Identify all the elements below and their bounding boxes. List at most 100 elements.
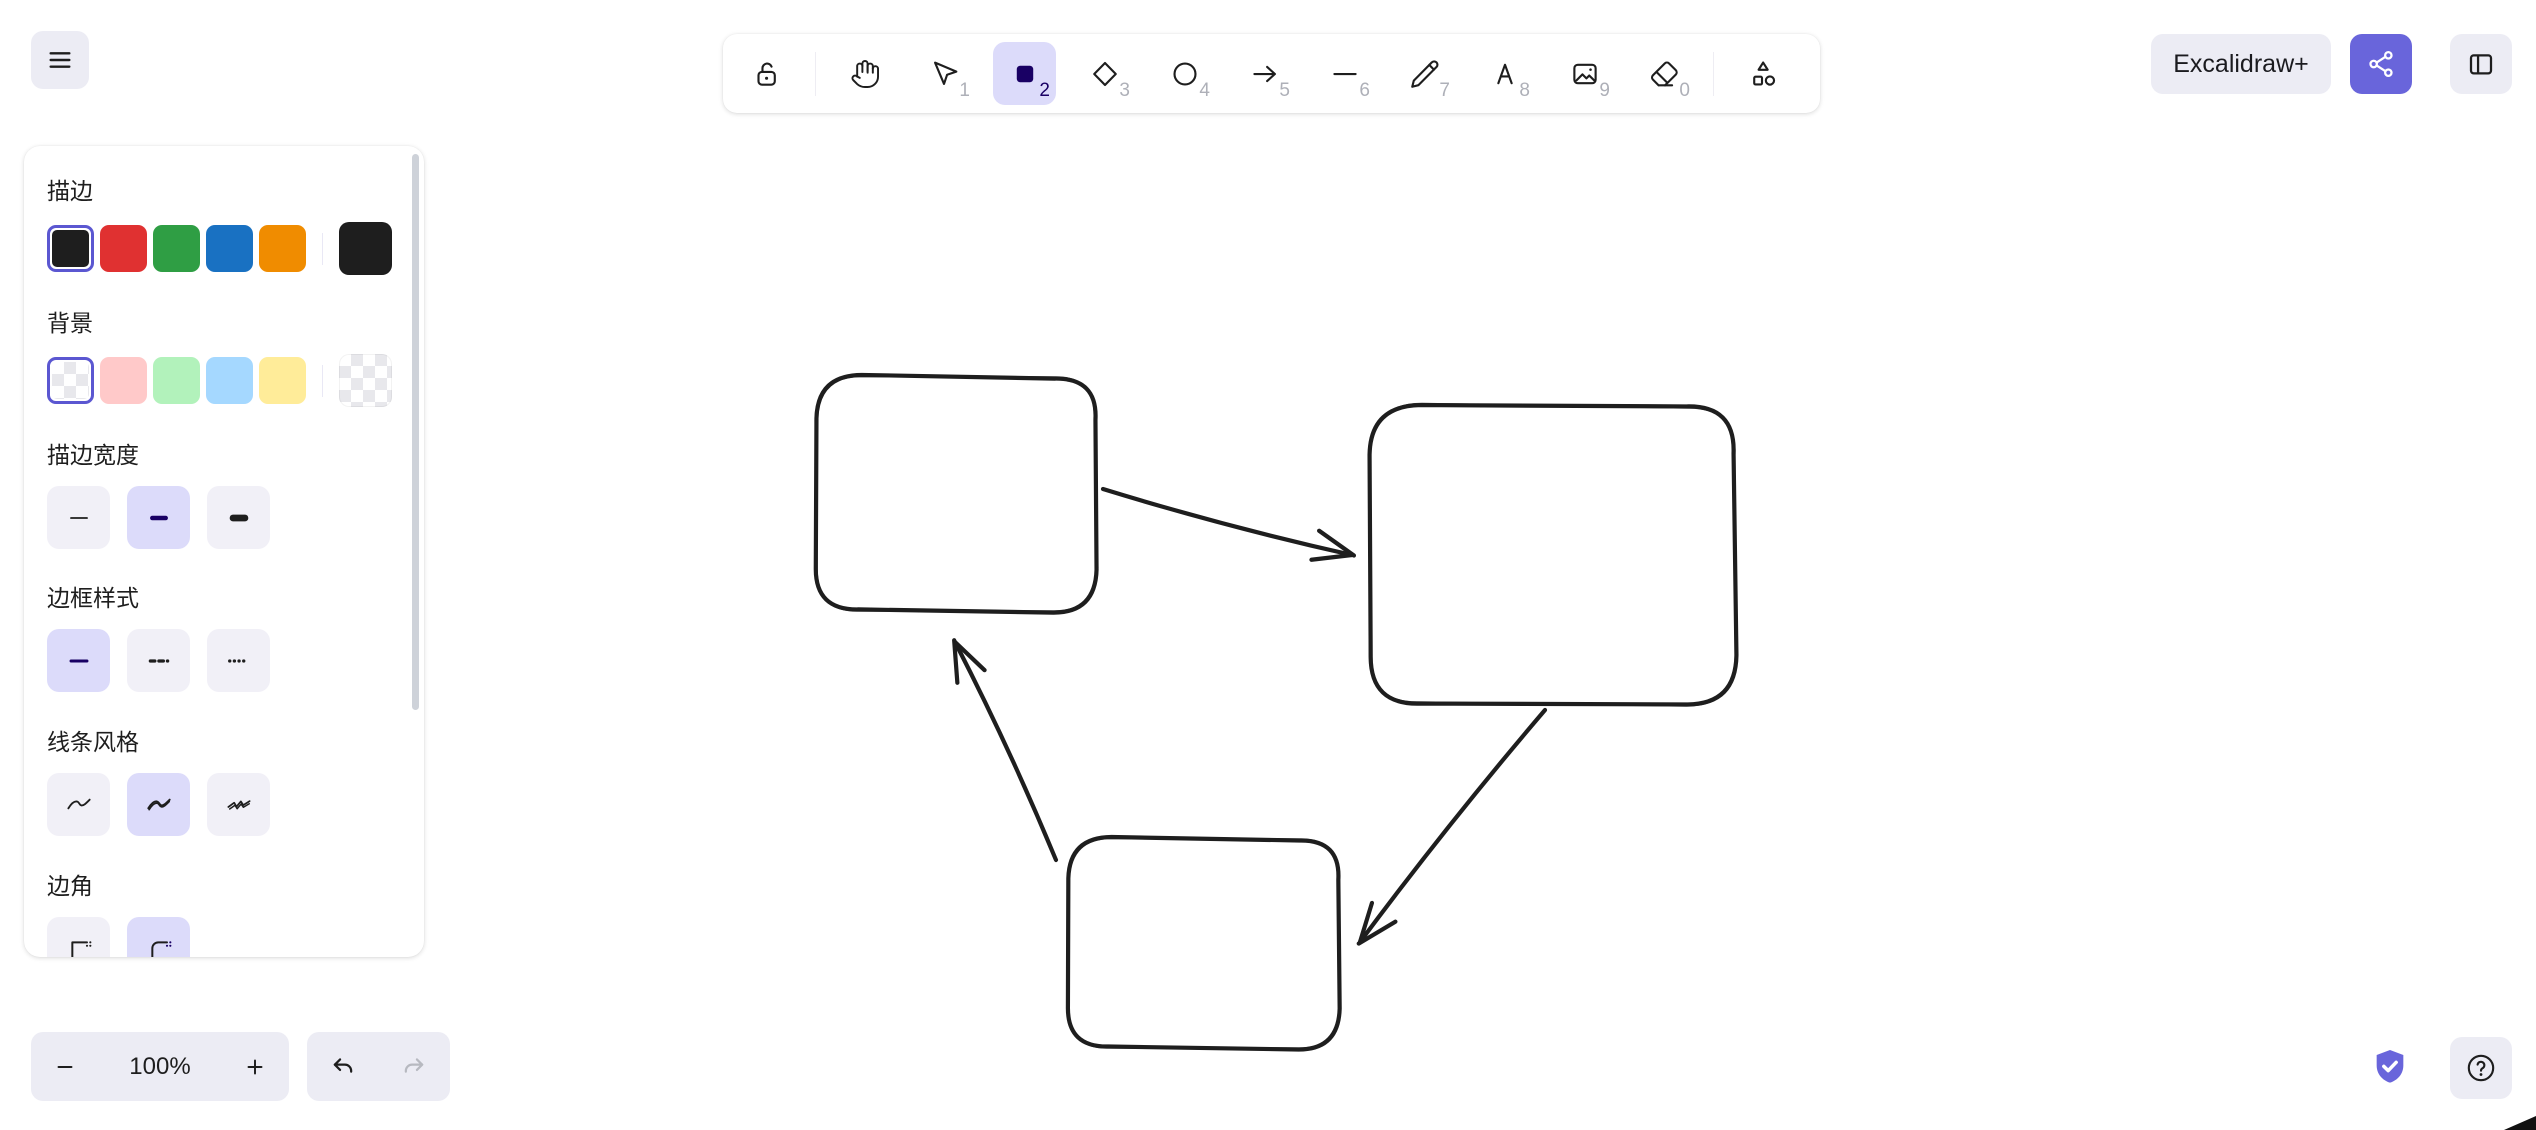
question-mark-icon — [2464, 1051, 2498, 1085]
stroke-bold-icon — [143, 502, 175, 534]
stroke-style-option-dashed[interactable] — [127, 629, 190, 692]
zoom-level-value[interactable]: 100% — [129, 1053, 190, 1081]
undo-icon — [329, 1053, 357, 1081]
line-dotted-icon — [223, 645, 255, 677]
stroke-color-swatch-1e1e1e[interactable] — [47, 225, 94, 272]
tool-draw-button[interactable]: 7 — [1393, 42, 1456, 105]
swatch-divider — [322, 233, 323, 265]
line-dashed-icon — [143, 645, 175, 677]
tool-line-button[interactable]: 6 — [1313, 42, 1376, 105]
tool-shortcut-label: 1 — [959, 80, 970, 102]
background-color-label: 背景 — [47, 310, 401, 336]
tool-shortcut-label: 9 — [1599, 80, 1610, 102]
panel-scrollbar[interactable] — [412, 154, 419, 710]
stroke-width-option-extra-bold[interactable] — [207, 486, 270, 549]
background-color-swatch-ffc9c9[interactable] — [100, 357, 147, 404]
main-menu-button[interactable] — [31, 31, 89, 89]
excalidraw-plus-button[interactable]: Excalidraw+ — [2151, 34, 2331, 94]
tool-image-button[interactable]: 9 — [1553, 42, 1616, 105]
canvas-arrow-3[interactable] — [954, 640, 1056, 860]
rectangle-icon — [1008, 57, 1042, 91]
tool-shortcut-label: 7 — [1439, 80, 1450, 102]
sloppiness-cartoonist-icon — [223, 789, 255, 821]
sidebar-toggle-icon — [2465, 48, 2497, 80]
undo-button[interactable] — [315, 1036, 371, 1098]
edge-sharp-icon — [63, 933, 95, 958]
canvas-rectangle-sketch-pass — [1067, 837, 1341, 1050]
edge-round-icon — [143, 933, 175, 958]
arrow-icon — [1248, 57, 1282, 91]
ellipse-icon — [1168, 57, 1202, 91]
zoom-controls: 100% — [31, 1032, 289, 1101]
help-button[interactable] — [2450, 1037, 2512, 1099]
tool-toolbar: 1 2 3 4 5 6 7 8 9 0 — [723, 34, 1820, 113]
tool-shortcut-label: 5 — [1279, 80, 1290, 102]
canvas-arrow-1[interactable] — [1103, 489, 1354, 560]
shape-properties-panel: 描边 背景 描边宽度 边框样式 线条风格 边角 — [24, 146, 424, 957]
edges-option-round[interactable] — [127, 917, 190, 957]
canvas-arrow-2[interactable] — [1359, 710, 1545, 944]
sloppiness-option-cartoonist[interactable] — [207, 773, 270, 836]
stroke-color-swatch-2f9e44[interactable] — [153, 225, 200, 272]
share-icon — [2365, 48, 2397, 80]
stroke-extrabold-icon — [223, 502, 255, 534]
sloppiness-option-architect[interactable] — [47, 773, 110, 836]
stroke-width-option-bold[interactable] — [127, 486, 190, 549]
tool-arrow-button[interactable]: 5 — [1233, 42, 1296, 105]
hamburger-menu-icon — [44, 44, 76, 76]
selection-cursor-icon — [928, 57, 962, 91]
stroke-current-color-button[interactable] — [339, 222, 392, 275]
sloppiness-architect-icon — [63, 789, 95, 821]
stroke-style-option-dotted[interactable] — [207, 629, 270, 692]
tool-text-button[interactable]: 8 — [1473, 42, 1536, 105]
sloppiness-artist-icon — [143, 789, 175, 821]
tool-shortcut-label: 0 — [1679, 80, 1690, 102]
tool-shortcut-label: 6 — [1359, 80, 1370, 102]
stroke-width-option-thin[interactable] — [47, 486, 110, 549]
library-toggle-button[interactable] — [2450, 34, 2512, 94]
tool-eraser-button[interactable]: 0 — [1633, 42, 1696, 105]
swatch-divider — [322, 365, 323, 397]
stroke-color-swatch-f08c00[interactable] — [259, 225, 306, 272]
tool-rectangle-button[interactable]: 2 — [993, 42, 1056, 105]
mouse-cursor — [2500, 1108, 2536, 1130]
canvas-rectangle-sketch-pass — [815, 374, 1098, 613]
share-button[interactable] — [2350, 34, 2412, 94]
canvas-rectangle-2[interactable] — [1369, 404, 1736, 706]
stroke-color-swatch-1971c2[interactable] — [206, 225, 253, 272]
tool-lock-button[interactable] — [735, 42, 798, 105]
toolbar-divider — [815, 52, 816, 96]
tool-more-shapes-button[interactable] — [1731, 42, 1794, 105]
background-color-swatch-transparent[interactable] — [47, 357, 94, 404]
sloppiness-option-artist[interactable] — [127, 773, 190, 836]
background-color-swatch-b2f2bb[interactable] — [153, 357, 200, 404]
tool-diamond-button[interactable]: 3 — [1073, 42, 1136, 105]
tool-shortcut-label: 2 — [1039, 80, 1050, 102]
background-color-swatch-a5d8ff[interactable] — [206, 357, 253, 404]
stroke-color-swatch-e03131[interactable] — [100, 225, 147, 272]
diamond-icon — [1088, 57, 1122, 91]
sloppiness-label: 线条风格 — [47, 729, 401, 755]
tool-hand-button[interactable] — [833, 42, 896, 105]
line-icon — [1328, 57, 1362, 91]
stroke-style-label: 边框样式 — [47, 585, 401, 611]
redo-button[interactable] — [386, 1036, 442, 1098]
stroke-style-option-solid[interactable] — [47, 629, 110, 692]
plus-icon — [242, 1054, 268, 1080]
tool-ellipse-button[interactable]: 4 — [1153, 42, 1216, 105]
tool-shortcut-label: 8 — [1519, 80, 1530, 102]
edges-label: 边角 — [47, 873, 401, 899]
line-solid-icon — [63, 645, 95, 677]
canvas-rectangle-1[interactable] — [815, 375, 1097, 613]
tool-selection-button[interactable]: 1 — [913, 42, 976, 105]
encryption-shield-icon — [2370, 1046, 2410, 1088]
tool-shortcut-label: 4 — [1199, 80, 1210, 102]
zoom-out-button[interactable] — [39, 1036, 91, 1098]
background-current-color-button[interactable] — [339, 354, 392, 407]
edges-option-sharp[interactable] — [47, 917, 110, 957]
background-color-swatch-ffec99[interactable] — [259, 357, 306, 404]
zoom-in-button[interactable] — [229, 1036, 281, 1098]
toolbar-divider — [1713, 52, 1714, 96]
lock-open-icon — [750, 57, 784, 91]
canvas-rectangle-3[interactable] — [1067, 837, 1340, 1050]
